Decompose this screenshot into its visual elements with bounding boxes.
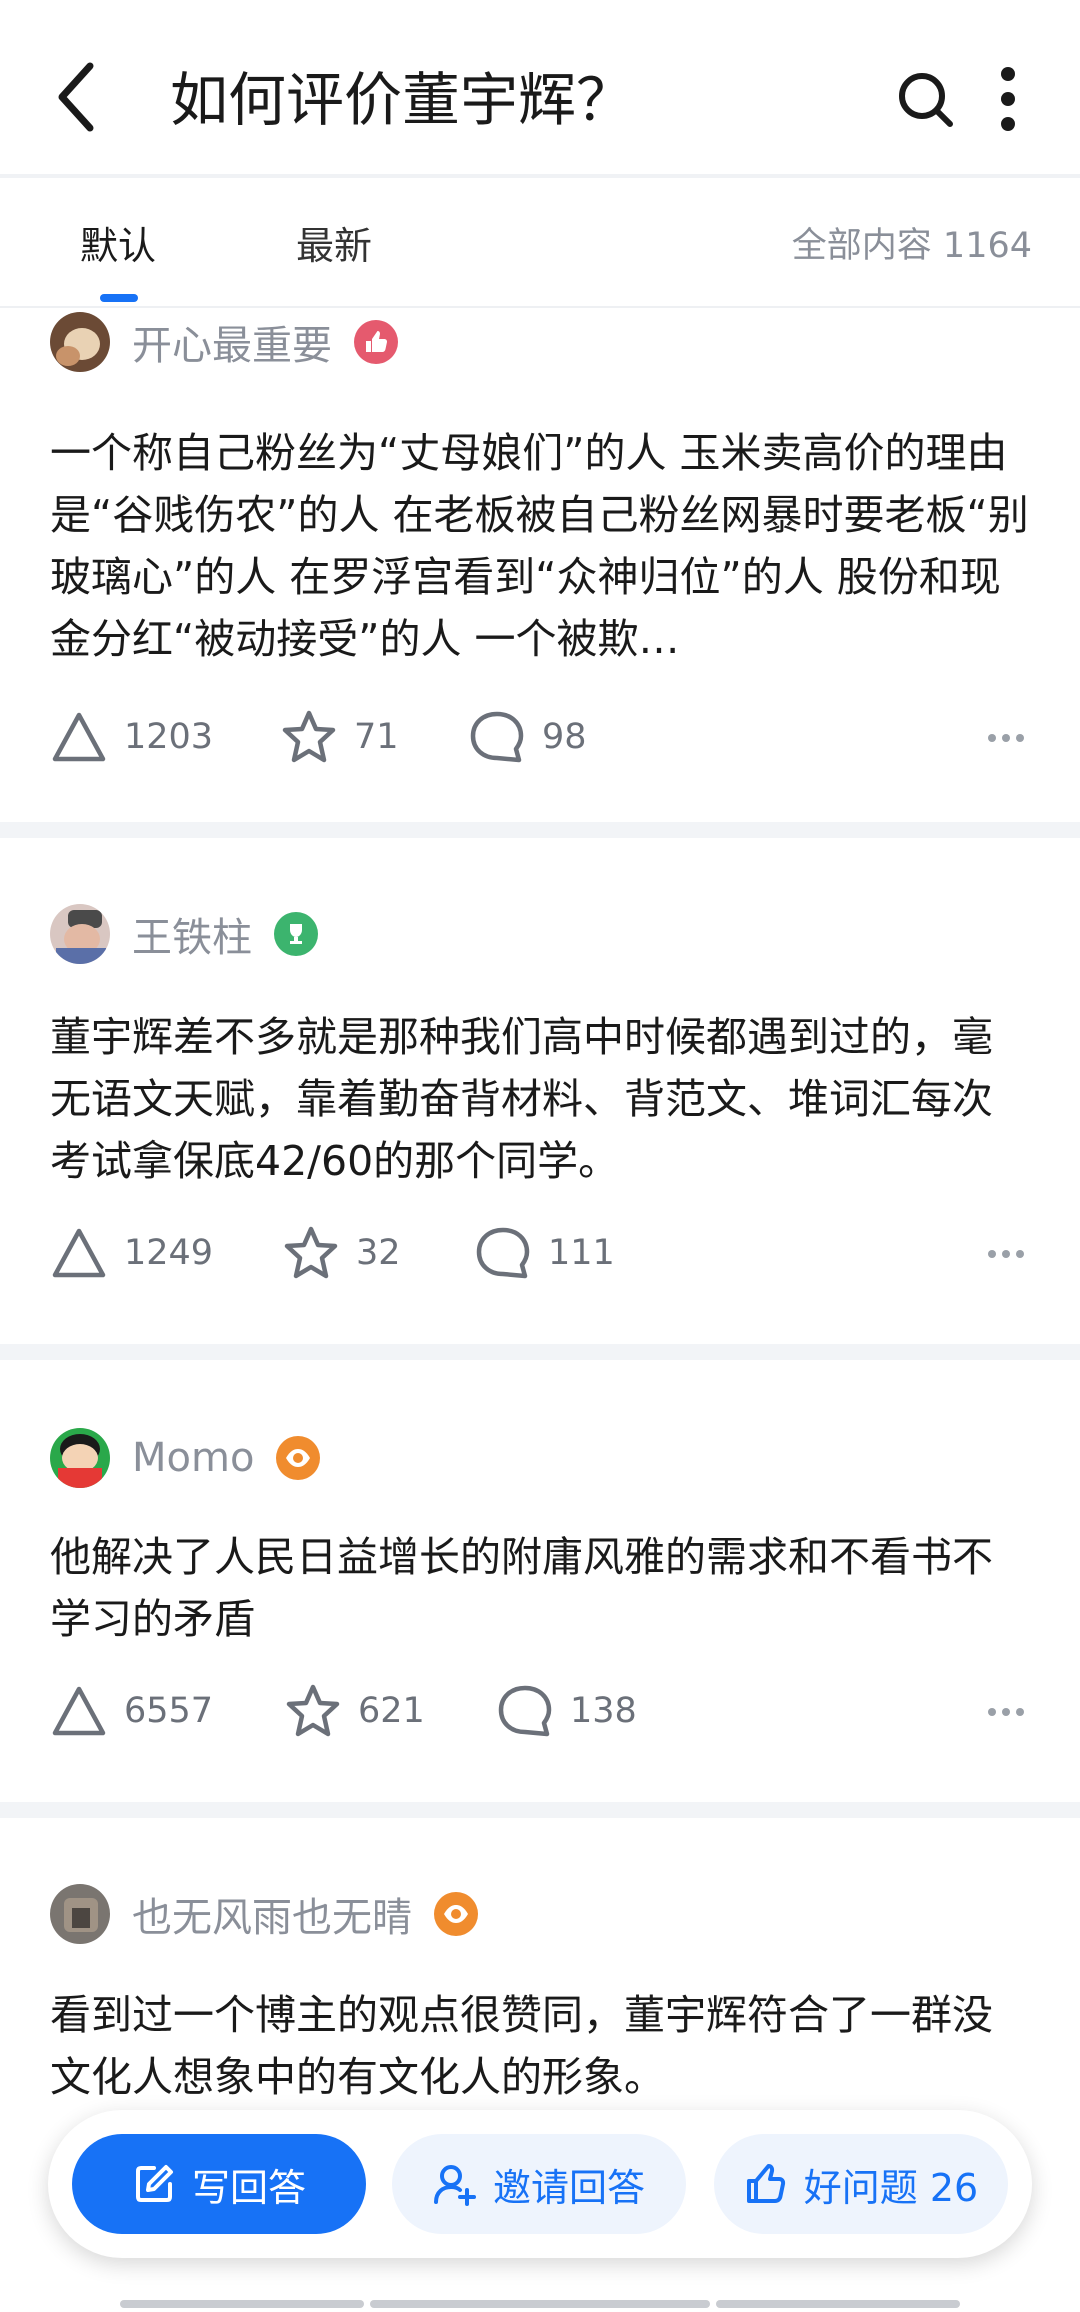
home-indicator	[120, 2300, 364, 2308]
upvote-icon	[52, 1686, 106, 1736]
thumbs-up-badge-icon	[354, 320, 398, 364]
comment-count: 111	[548, 1233, 615, 1273]
more-horizontal-icon[interactable]	[986, 1234, 1026, 1274]
home-indicator	[370, 2300, 710, 2308]
comment-button[interactable]: 98	[468, 702, 587, 772]
chevron-left-icon	[58, 62, 94, 132]
more-horizontal-icon[interactable]	[986, 718, 1026, 758]
add-user-icon	[433, 2165, 476, 2206]
upvote-icon	[52, 712, 106, 762]
good-question-label: 好问题 26	[803, 2165, 979, 2210]
answer-author[interactable]: 开心最重要	[50, 310, 398, 374]
more-horizontal-icon[interactable]	[986, 1692, 1026, 1732]
favorite-button[interactable]: 621	[284, 1676, 425, 1746]
upvote-button[interactable]: 1203	[50, 702, 213, 772]
author-name[interactable]: Momo	[132, 1435, 254, 1481]
answer-excerpt[interactable]: 董宇辉差不多就是那种我们高中时候都遇到过的，毫无语文天赋，靠着勤奋背材料、背范文…	[50, 1006, 1030, 1192]
favorite-button[interactable]: 71	[280, 702, 399, 772]
back-button[interactable]	[48, 52, 108, 142]
card-divider	[0, 822, 1080, 838]
comment-button[interactable]: 138	[496, 1676, 637, 1746]
total-content-count: 全部内容 1164	[791, 226, 1032, 266]
bottom-action-bar: 写回答 邀请回答 好问题 26	[48, 2110, 1032, 2258]
app-screen: 如何评价董宇辉？ 默认 最新 全部内容 1164 开心最重要 一个称自己粉丝为“…	[0, 0, 1080, 2312]
card-divider	[0, 1344, 1080, 1360]
search-button[interactable]	[896, 70, 956, 130]
eye-badge-icon	[434, 1892, 478, 1936]
author-name[interactable]: 王铁柱	[132, 905, 252, 963]
page-title: 如何评价董宇辉？	[170, 66, 635, 134]
answer-actions: 1249 32 111	[50, 1218, 1040, 1288]
comment-icon	[470, 711, 524, 763]
write-answer-button[interactable]: 写回答	[72, 2134, 366, 2234]
trophy-badge-icon	[274, 912, 318, 956]
good-question-button[interactable]: 好问题 26	[714, 2134, 1008, 2234]
write-answer-label: 写回答	[191, 2165, 306, 2210]
active-tab-indicator	[100, 294, 138, 302]
answer-author[interactable]: 王铁柱	[50, 902, 318, 966]
answer-card[interactable]: 王铁柱 董宇辉差不多就是那种我们高中时候都遇到过的，毫无语文天赋，靠着勤奋背材料…	[0, 838, 1080, 1340]
star-icon	[282, 710, 336, 763]
sort-tabs: 默认 最新 全部内容 1164	[0, 182, 1080, 308]
comment-count: 98	[542, 717, 587, 757]
search-icon	[899, 73, 953, 127]
avatar[interactable]	[50, 904, 110, 964]
invite-answer-button[interactable]: 邀请回答	[392, 2134, 686, 2234]
answer-author[interactable]: 也无风雨也无晴	[50, 1882, 478, 1946]
comment-count: 138	[570, 1691, 637, 1731]
answer-actions: 6557 621 138	[50, 1676, 1040, 1746]
card-divider	[0, 1802, 1080, 1818]
avatar[interactable]	[50, 1428, 110, 1488]
star-icon	[284, 1226, 338, 1279]
avatar[interactable]	[50, 312, 110, 372]
author-name[interactable]: 也无风雨也无晴	[132, 1885, 412, 1943]
favorite-count: 71	[354, 717, 399, 757]
avatar[interactable]	[50, 1884, 110, 1944]
comment-button[interactable]: 111	[474, 1218, 615, 1288]
star-icon	[286, 1684, 340, 1737]
eye-badge-icon	[276, 1436, 321, 1480]
answer-excerpt[interactable]: 他解决了人民日益增长的附庸风雅的需求和不看书不学习的矛盾	[50, 1526, 1030, 1650]
home-indicator	[716, 2300, 960, 2308]
answer-excerpt[interactable]: 看到过一个博主的观点很赞同，董宇辉符合了一群没文化人想象中的有文化人的形象。	[50, 1984, 1030, 2108]
upvote-count: 1203	[124, 717, 214, 757]
favorite-button[interactable]: 32	[282, 1218, 401, 1288]
upvote-icon	[52, 1228, 106, 1278]
favorite-count: 32	[356, 1233, 401, 1273]
tab-latest[interactable]: 最新	[296, 216, 372, 276]
more-options-button[interactable]	[990, 66, 1026, 132]
answer-excerpt[interactable]: 一个称自己粉丝为“丈母娘们”的人 玉米卖高价的理由是“谷贱伤农”的人 在老板被自…	[50, 422, 1030, 670]
upvote-count: 1249	[124, 1233, 214, 1273]
tab-default[interactable]: 默认	[80, 216, 156, 276]
edit-icon	[135, 2165, 173, 2202]
comment-icon	[476, 1227, 530, 1279]
invite-answer-label: 邀请回答	[492, 2165, 645, 2210]
answer-card[interactable]: Momo 他解决了人民日益增长的附庸风雅的需求和不看书不学习的矛盾 6557 6…	[0, 1360, 1080, 1798]
comment-icon	[498, 1685, 552, 1737]
upvote-button[interactable]: 1249	[50, 1218, 213, 1288]
upvote-button[interactable]: 6557	[50, 1676, 213, 1746]
answer-actions: 1203 71 98	[50, 702, 1040, 772]
answer-author[interactable]: Momo	[50, 1426, 321, 1490]
thumbs-up-icon	[746, 2164, 785, 2203]
upvote-count: 6557	[124, 1691, 214, 1731]
author-name[interactable]: 开心最重要	[132, 313, 332, 371]
favorite-count: 621	[358, 1691, 425, 1731]
more-vertical-icon	[1001, 67, 1015, 131]
answer-card[interactable]: 开心最重要 一个称自己粉丝为“丈母娘们”的人 玉米卖高价的理由是“谷贱伤农”的人…	[0, 310, 1080, 820]
top-app-bar: 如何评价董宇辉？	[0, 0, 1080, 178]
